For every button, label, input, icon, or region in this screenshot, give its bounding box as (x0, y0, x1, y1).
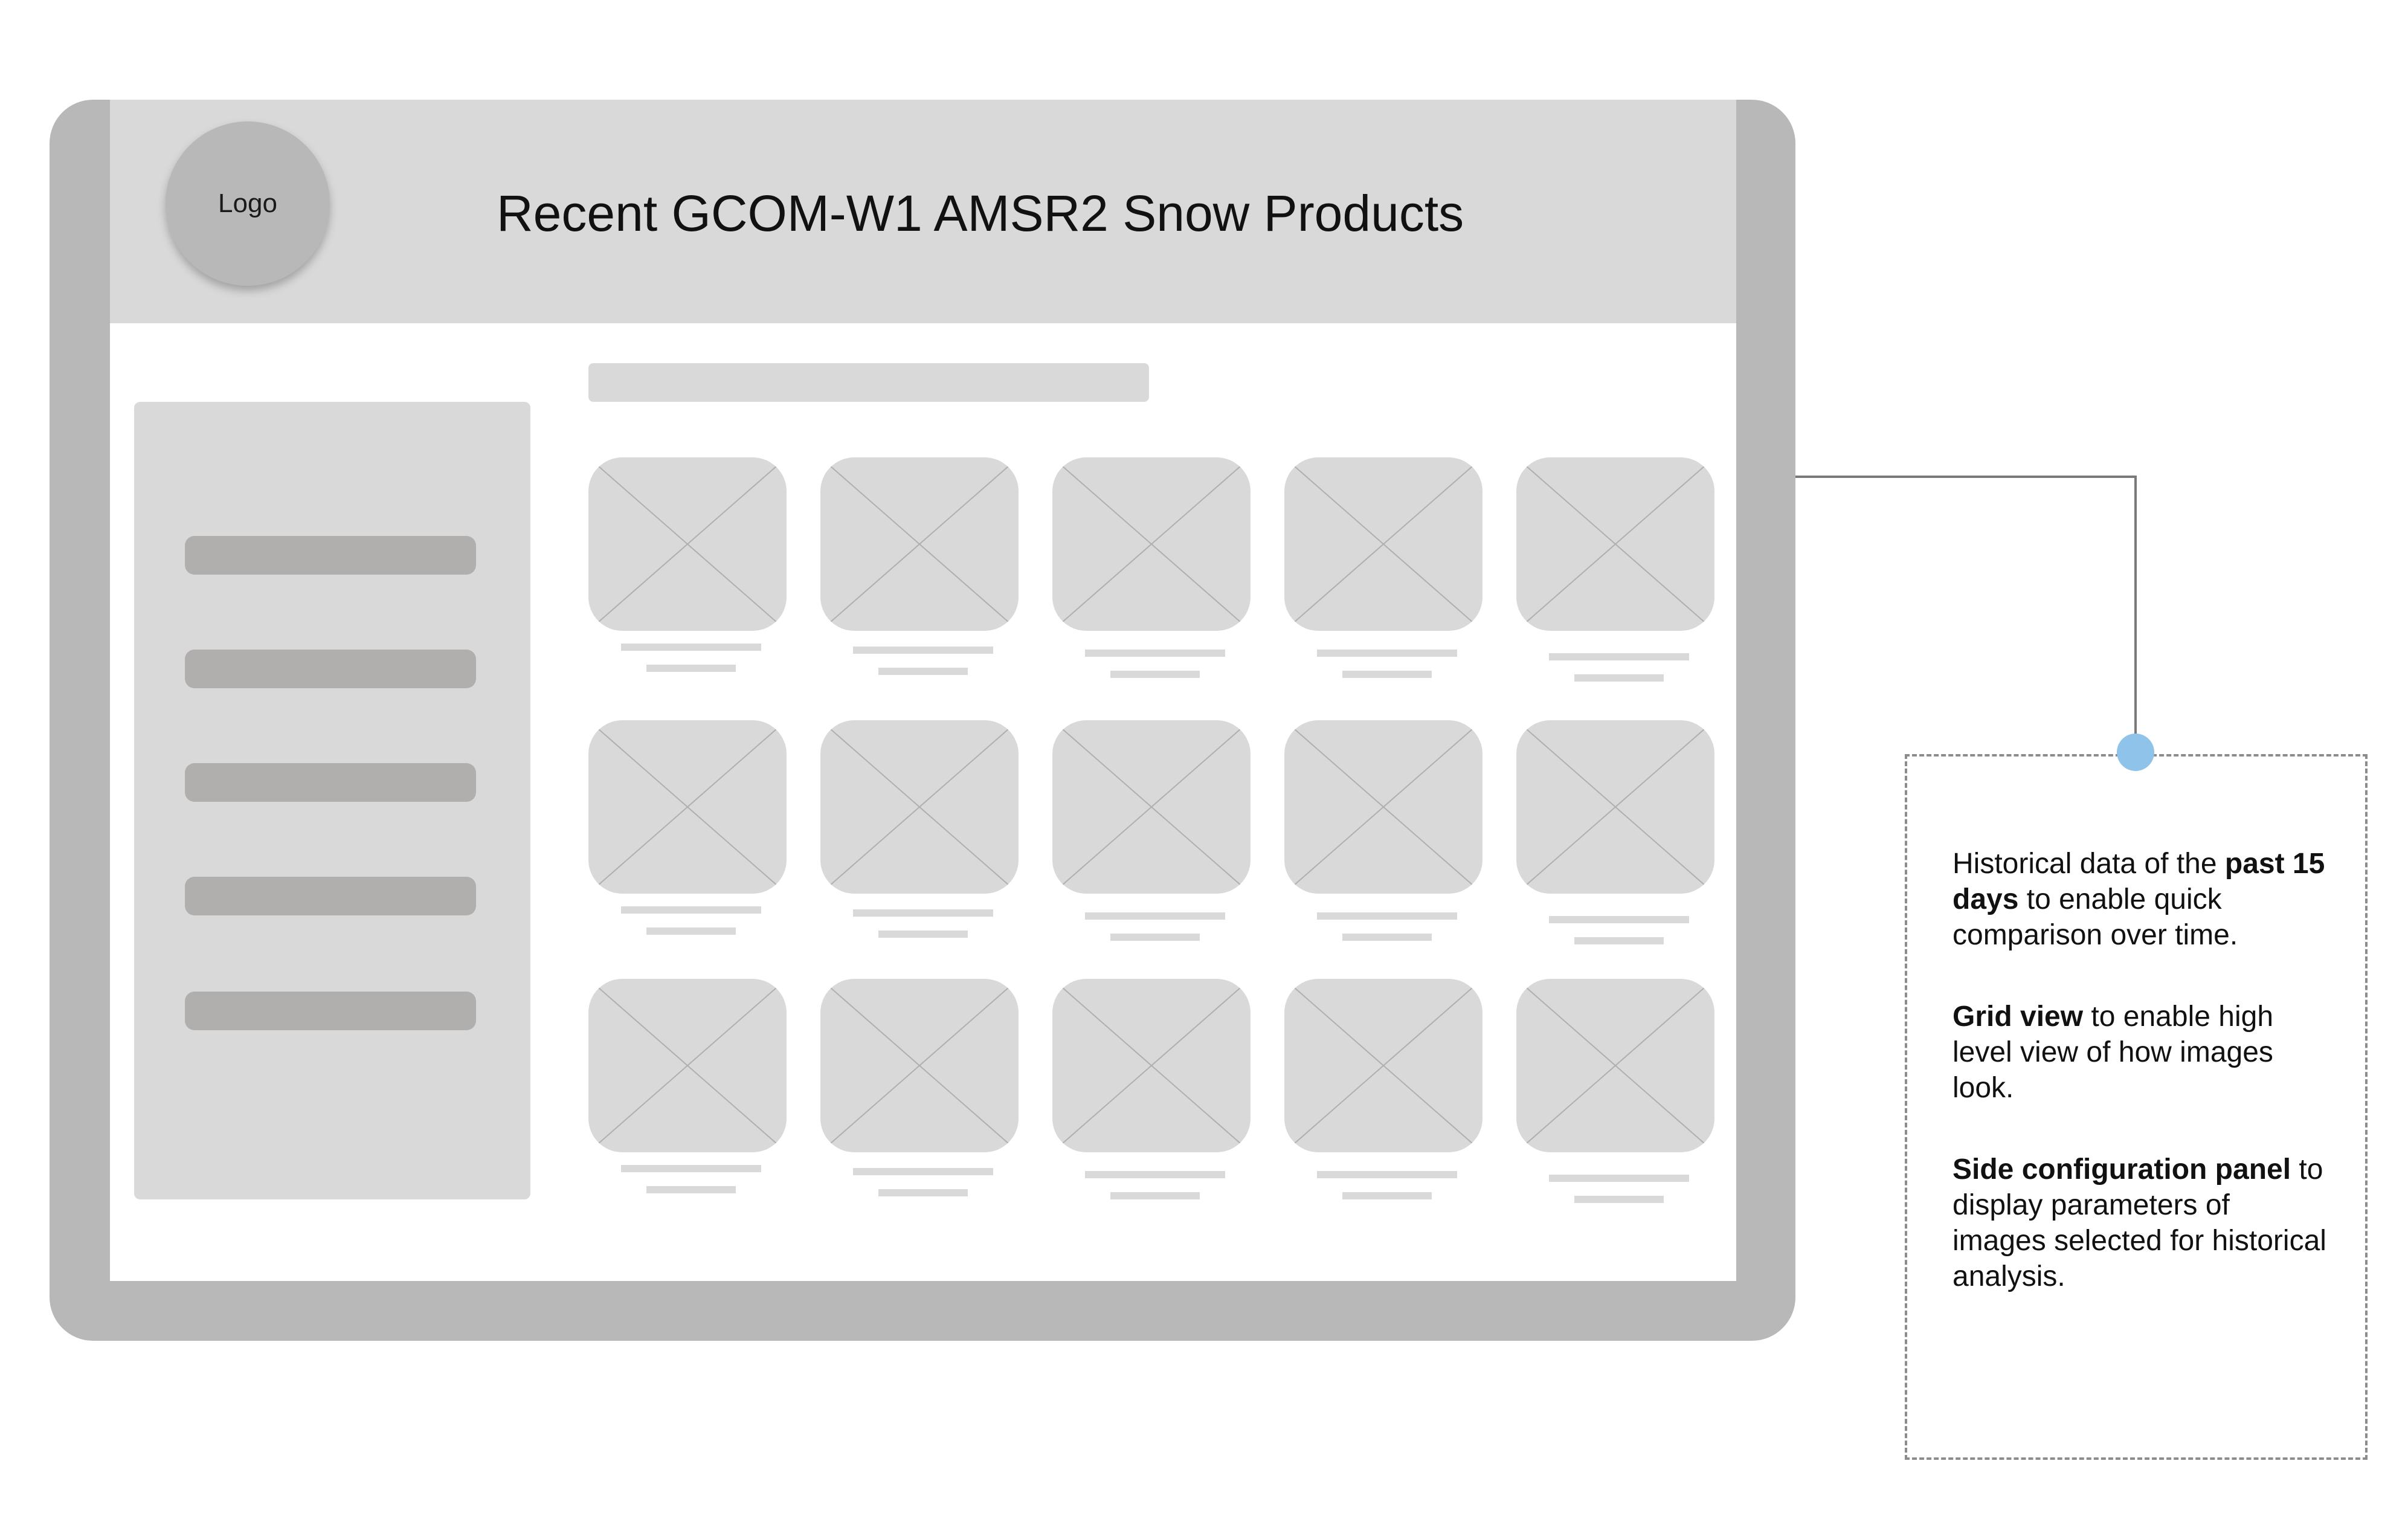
grid-image-card[interactable] (588, 457, 787, 672)
grid-image-card[interactable] (588, 979, 787, 1193)
caption-line (1342, 1192, 1432, 1199)
caption-line (621, 906, 761, 914)
grid-image-card[interactable] (1516, 457, 1714, 682)
side-configuration-panel (134, 402, 530, 1199)
caption-line (646, 1186, 736, 1193)
image-placeholder (820, 720, 1019, 894)
caption-line (1317, 1171, 1457, 1178)
grid-image-card[interactable] (1516, 720, 1714, 944)
caption-line (878, 668, 968, 675)
annotation-paragraph-1: Historical data of the past 15 days to e… (1952, 848, 2325, 951)
caption-line (878, 1189, 968, 1196)
image-placeholder (1516, 457, 1714, 631)
caption-line (1549, 916, 1689, 923)
image-placeholder (588, 457, 787, 631)
image-placeholder (1052, 720, 1251, 894)
image-placeholder (1052, 979, 1251, 1152)
image-placeholder (588, 979, 787, 1152)
side-panel-item[interactable] (185, 536, 476, 575)
grid-image-card[interactable] (1516, 979, 1714, 1203)
image-placeholder (1284, 720, 1482, 894)
caption-line (878, 931, 968, 938)
caption-line (1574, 674, 1664, 682)
caption-line (1549, 653, 1689, 660)
caption-line (1549, 1175, 1689, 1182)
connector-dot (2117, 734, 2154, 771)
grid-image-card[interactable] (1052, 979, 1251, 1199)
caption-line (853, 647, 993, 654)
side-panel-item[interactable] (185, 992, 476, 1030)
grid-image-card[interactable] (1284, 979, 1482, 1199)
grid-image-card[interactable] (820, 720, 1019, 938)
caption-line (853, 1168, 993, 1175)
side-panel-item[interactable] (185, 877, 476, 915)
grid-image-card[interactable] (1284, 720, 1482, 941)
caption-line (1085, 912, 1225, 920)
caption-line (1085, 1171, 1225, 1178)
image-placeholder (1516, 979, 1714, 1152)
caption-line (1110, 1192, 1200, 1199)
caption-line (853, 909, 993, 917)
image-placeholder (1516, 720, 1714, 894)
caption-line (1342, 671, 1432, 678)
grid-image-card[interactable] (1052, 457, 1251, 678)
logo[interactable]: Logo (166, 121, 330, 286)
image-placeholder (820, 979, 1019, 1152)
grid-image-card[interactable] (820, 457, 1019, 675)
grid-image-card[interactable] (588, 720, 787, 935)
image-placeholder (1284, 979, 1482, 1152)
caption-line (1342, 934, 1432, 941)
caption-line (646, 665, 736, 672)
caption-line (621, 1165, 761, 1172)
caption-line (646, 927, 736, 935)
image-placeholder (1284, 457, 1482, 631)
side-panel-item[interactable] (185, 650, 476, 688)
image-placeholder (1052, 457, 1251, 631)
caption-line (1574, 1196, 1664, 1203)
caption-line (1317, 912, 1457, 920)
search-bar-placeholder[interactable] (588, 363, 1149, 402)
grid-image-card[interactable] (1052, 720, 1251, 941)
caption-line (1574, 937, 1664, 944)
image-placeholder (588, 720, 787, 894)
caption-line (1317, 650, 1457, 657)
caption-line (621, 644, 761, 651)
caption-line (1110, 671, 1200, 678)
caption-line (1085, 650, 1225, 657)
annotation-text: Historical data of the past 15 days to e… (1952, 846, 2327, 1340)
caption-line (1110, 934, 1200, 941)
side-panel-item[interactable] (185, 763, 476, 802)
grid-image-card[interactable] (820, 979, 1019, 1196)
annotation-paragraph-3: Side configuration panel to display para… (1952, 1153, 2326, 1292)
grid-image-card[interactable] (1284, 457, 1482, 678)
page-title: Recent GCOM-W1 AMSR2 Snow Products (497, 185, 1464, 242)
header: Logo Recent GCOM-W1 AMSR2 Snow Products (110, 100, 1736, 323)
screen: Logo Recent GCOM-W1 AMSR2 Snow Products (110, 100, 1736, 1281)
annotation-paragraph-2: Grid view to enable high level view of h… (1952, 1001, 2274, 1104)
image-placeholder (820, 457, 1019, 631)
